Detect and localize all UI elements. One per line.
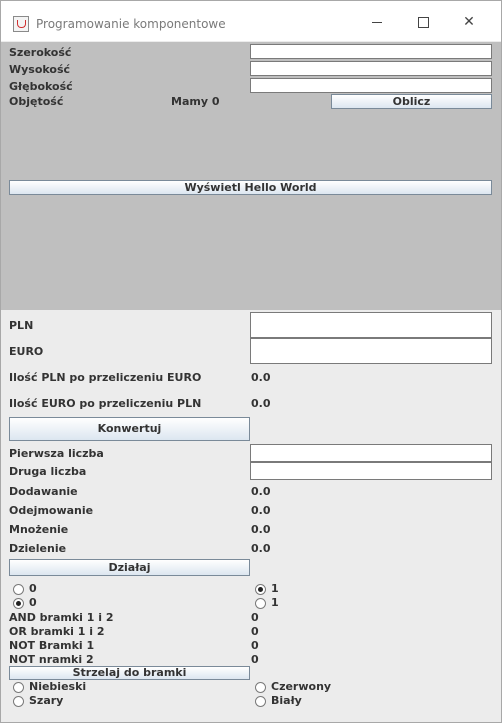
- pln-in-euro-value: 0.0: [251, 371, 271, 384]
- and-label: AND bramki 1 i 2: [9, 611, 114, 624]
- addition-label: Dodawanie: [9, 485, 78, 498]
- color-red-radio[interactable]: [255, 682, 266, 693]
- or-value: 0: [251, 625, 259, 638]
- hello-world-button[interactable]: Wyświetl Hello World: [9, 180, 492, 195]
- second-number-field[interactable]: [250, 462, 492, 480]
- minimize-button[interactable]: [354, 9, 400, 37]
- color-blue-radio[interactable]: [13, 682, 24, 693]
- not2-value: 0: [251, 653, 259, 666]
- java-app-icon: [13, 16, 29, 32]
- window-title: Programowanie komponentowe: [36, 17, 226, 31]
- or-label: OR bramki 1 i 2: [9, 625, 105, 638]
- not1-label: NOT Bramki 1: [9, 639, 95, 652]
- division-label: Dzielenie: [9, 542, 67, 555]
- color-blue-label: Niebieski: [29, 680, 87, 693]
- color-gray-radio[interactable]: [13, 696, 24, 707]
- depth-label: Głębokość: [9, 80, 73, 93]
- multiplication-value: 0.0: [251, 523, 271, 536]
- subtraction-value: 0.0: [251, 504, 271, 517]
- close-button[interactable]: ✕: [446, 9, 492, 37]
- euro-in-pln-label: Ilość EURO po przeliczeniu PLN: [9, 397, 202, 410]
- pln-field[interactable]: [250, 312, 492, 338]
- gate2-option-1-label: 1: [271, 596, 279, 609]
- euro-field[interactable]: [250, 338, 492, 364]
- pln-in-euro-label: Ilość PLN po przeliczeniu EURO: [9, 371, 202, 384]
- pln-label: PLN: [9, 319, 34, 332]
- division-value: 0.0: [251, 542, 271, 555]
- volume-label: Objętość: [9, 95, 64, 108]
- gate1-radio-1[interactable]: [255, 584, 266, 595]
- maximize-icon: [417, 16, 429, 28]
- not1-value: 0: [251, 639, 259, 652]
- second-number-label: Druga liczba: [9, 465, 87, 478]
- multiplication-label: Mnożenie: [9, 523, 69, 536]
- gate2-radio-0[interactable]: [13, 598, 24, 609]
- shoot-button[interactable]: Strzelaj do bramki: [9, 666, 250, 680]
- not2-label: NOT nramki 2: [9, 653, 94, 666]
- and-value: 0: [251, 611, 259, 624]
- height-field[interactable]: [250, 61, 492, 76]
- gate2-option-0-label: 0: [29, 596, 37, 609]
- gate1-radio-0[interactable]: [13, 584, 24, 595]
- convert-button[interactable]: Konwertuj: [9, 417, 250, 441]
- minimize-icon: [372, 21, 382, 23]
- first-number-label: Pierwsza liczba: [9, 447, 104, 460]
- subtraction-label: Odejmowanie: [9, 504, 94, 517]
- application-window: Programowanie komponentowe ✕ Szerokość W…: [0, 0, 502, 723]
- color-gray-label: Szary: [29, 694, 64, 707]
- addition-value: 0.0: [251, 485, 271, 498]
- close-icon: ✕: [463, 14, 475, 30]
- volume-result: Mamy 0: [171, 95, 220, 108]
- width-field[interactable]: [250, 44, 492, 59]
- title-bar: Programowanie komponentowe ✕: [1, 1, 501, 41]
- color-white-radio[interactable]: [255, 696, 266, 707]
- color-red-label: Czerwony: [271, 680, 332, 693]
- depth-field[interactable]: [250, 78, 492, 93]
- euro-in-pln-value: 0.0: [251, 397, 271, 410]
- first-number-field[interactable]: [250, 444, 492, 462]
- compute-button[interactable]: Oblicz: [331, 94, 492, 109]
- color-white-label: Biały: [271, 694, 302, 707]
- height-label: Wysokość: [9, 63, 71, 76]
- gate2-radio-1[interactable]: [255, 598, 266, 609]
- width-label: Szerokość: [9, 46, 72, 59]
- maximize-button[interactable]: [400, 9, 446, 37]
- gate1-option-1-label: 1: [271, 582, 279, 595]
- run-button[interactable]: Działaj: [9, 559, 250, 576]
- euro-label: EURO: [9, 345, 44, 358]
- gate1-option-0-label: 0: [29, 582, 37, 595]
